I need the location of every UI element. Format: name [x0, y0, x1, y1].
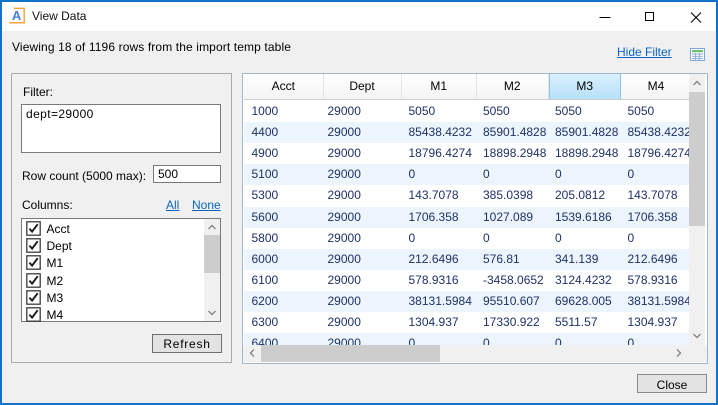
svg-text:A: A [12, 7, 22, 22]
